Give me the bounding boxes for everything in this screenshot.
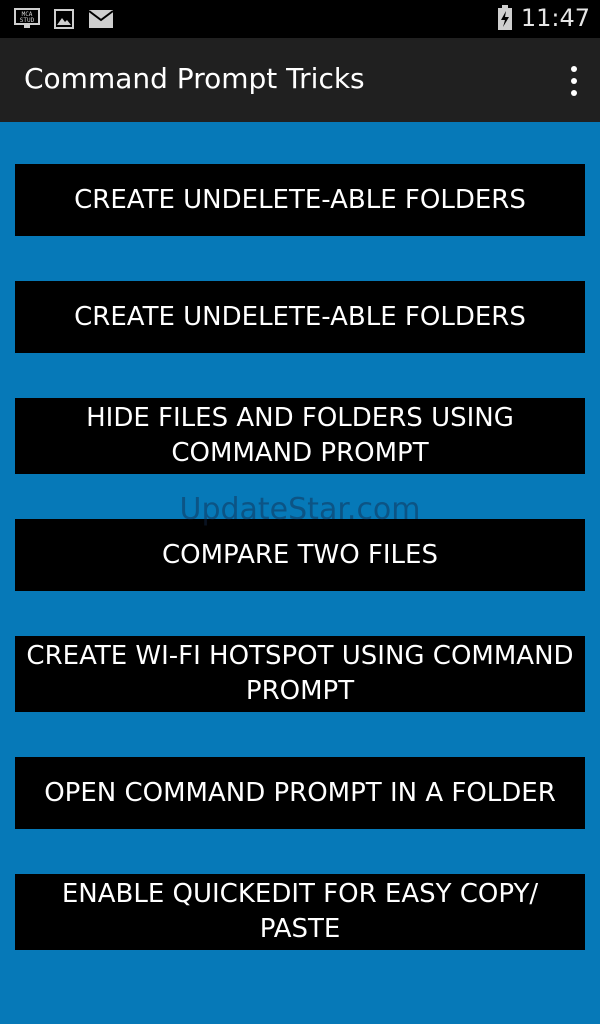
app-title: Command Prompt Tricks bbox=[24, 62, 365, 95]
battery-charging-icon bbox=[497, 5, 512, 30]
mail-icon bbox=[88, 10, 114, 28]
menu-list: CREATE UNDELETE-ABLE FOLDERS CREATE UNDE… bbox=[0, 122, 600, 1024]
mca-stud-icon: MCA STUD bbox=[14, 8, 40, 28]
menu-button-create-undeletable-folders-2[interactable]: CREATE UNDELETE-ABLE FOLDERS bbox=[15, 281, 585, 353]
menu-button-create-wifi-hotspot[interactable]: CREATE WI-FI HOTSPOT USING COMMAND PROMP… bbox=[15, 636, 585, 712]
menu-button-enable-quickedit[interactable]: ENABLE QUICKEDIT FOR EASY COPY/ PASTE bbox=[15, 874, 585, 950]
status-bar: MCA STUD 11:47 bbox=[0, 0, 600, 38]
menu-button-create-undeletable-folders-1[interactable]: CREATE UNDELETE-ABLE FOLDERS bbox=[15, 164, 585, 236]
menu-button-compare-two-files[interactable]: COMPARE TWO FILES bbox=[15, 519, 585, 591]
more-vert-icon[interactable] bbox=[566, 66, 582, 96]
system-status: 11:47 bbox=[497, 4, 590, 32]
app-bar: Command Prompt Tricks bbox=[0, 38, 600, 122]
svg-text:STUD: STUD bbox=[20, 17, 35, 24]
status-time: 11:47 bbox=[520, 4, 590, 32]
notification-icons: MCA STUD bbox=[14, 8, 114, 30]
menu-button-open-command-prompt-in-folder[interactable]: OPEN COMMAND PROMPT IN A FOLDER bbox=[15, 757, 585, 829]
menu-button-hide-files-and-folders[interactable]: HIDE FILES AND FOLDERS USING COMMAND PRO… bbox=[15, 398, 585, 474]
image-icon bbox=[54, 9, 74, 29]
